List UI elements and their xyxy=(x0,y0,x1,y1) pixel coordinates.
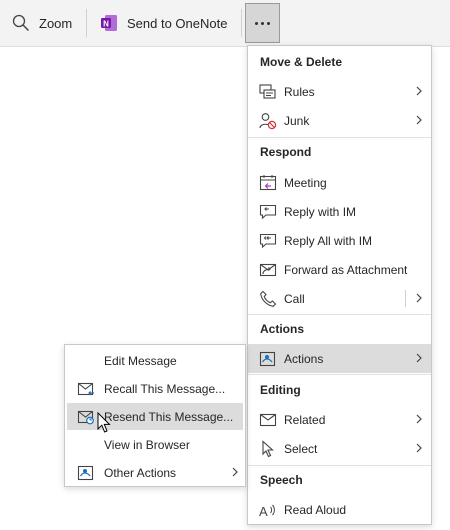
chevron-right-icon xyxy=(414,352,424,364)
menu-item-label: Recall This Message... xyxy=(104,382,226,396)
recall-mail-icon xyxy=(77,380,95,398)
submenu-item-recall-message[interactable]: Recall This Message... xyxy=(67,375,243,402)
section-header-speech: Speech xyxy=(260,473,303,487)
submenu-item-view-in-browser[interactable]: View in Browser xyxy=(67,431,243,458)
junk-icon xyxy=(259,112,277,130)
menu-item-label: Reply with IM xyxy=(284,205,357,219)
menu-item-reply-with-im[interactable]: Reply with IM xyxy=(248,197,431,226)
menu-item-label: Related xyxy=(284,413,326,427)
other-actions-icon xyxy=(77,464,95,482)
menu-item-label: Junk xyxy=(284,114,310,128)
menu-item-meeting[interactable]: Meeting xyxy=(248,168,431,197)
rules-icon xyxy=(259,83,277,101)
ellipsis-dot xyxy=(261,21,264,25)
svg-text:A: A xyxy=(259,504,268,519)
resend-mail-icon xyxy=(77,408,95,426)
menu-item-call[interactable]: Call xyxy=(248,284,431,313)
chevron-right-icon xyxy=(414,85,424,97)
menu-item-label: Resend This Message... xyxy=(104,410,234,424)
calendar-reply-icon xyxy=(259,174,277,192)
menu-item-label: Edit Message xyxy=(104,354,177,368)
related-mail-icon xyxy=(259,411,277,429)
toolbar-divider xyxy=(86,9,87,37)
submenu-item-other-actions[interactable]: Other Actions xyxy=(67,459,243,486)
onenote-icon: N xyxy=(100,14,118,32)
menu-item-label: Actions xyxy=(284,352,324,366)
forward-attachment-icon xyxy=(259,261,277,279)
ribbon-toolbar: Zoom N Send to OneNote xyxy=(0,0,450,47)
menu-divider xyxy=(248,374,431,375)
ellipsis-icon xyxy=(255,21,258,25)
menu-item-rules[interactable]: Rules xyxy=(248,77,431,106)
menu-item-label: Read Aloud xyxy=(284,503,347,517)
more-actions-menu: Move & Delete Rules Junk Respond Meeting… xyxy=(247,45,432,525)
ellipsis-dot xyxy=(267,21,270,25)
chevron-right-icon xyxy=(414,114,424,126)
chevron-right-icon xyxy=(414,442,424,454)
read-aloud-icon: A xyxy=(259,501,277,519)
submenu-item-edit-message[interactable]: Edit Message xyxy=(67,347,243,374)
section-header-editing: Editing xyxy=(260,383,301,397)
section-header-actions: Actions xyxy=(260,322,305,336)
mouse-cursor-icon xyxy=(97,411,111,434)
menu-item-label: Reply All with IM xyxy=(284,234,373,248)
submenu-item-resend-message[interactable]: Resend This Message... xyxy=(67,403,243,430)
onenote-label: Send to OneNote xyxy=(127,15,228,31)
menu-item-label: Select xyxy=(284,442,318,456)
pointer-select-icon xyxy=(259,440,277,458)
menu-item-label: Rules xyxy=(284,85,315,99)
section-header-move-delete: Move & Delete xyxy=(260,55,343,69)
menu-item-related[interactable]: Related xyxy=(248,405,431,434)
menu-item-label: View in Browser xyxy=(104,438,190,452)
menu-item-label: Meeting xyxy=(284,176,327,190)
magnifier-icon xyxy=(12,14,30,32)
toolbar-divider xyxy=(241,9,242,37)
actions-submenu: Edit Message Recall This Message... Rese… xyxy=(64,344,246,487)
menu-item-select[interactable]: Select xyxy=(248,434,431,463)
send-to-onenote-button[interactable]: N Send to OneNote xyxy=(100,6,227,40)
menu-item-forward-as-attachment[interactable]: Forward as Attachment xyxy=(248,255,431,284)
chat-reply-all-icon xyxy=(259,232,277,250)
menu-item-reply-all-with-im[interactable]: Reply All with IM xyxy=(248,226,431,255)
zoom-button[interactable]: Zoom xyxy=(12,6,72,40)
mail-actions-icon xyxy=(259,350,277,368)
menu-item-label: Other Actions xyxy=(104,466,177,480)
chevron-right-icon[interactable] xyxy=(414,292,424,304)
chevron-right-icon xyxy=(230,466,240,478)
chevron-right-icon xyxy=(414,413,424,425)
phone-icon xyxy=(259,290,277,308)
more-actions-button[interactable] xyxy=(245,3,280,43)
menu-item-label: Forward as Attachment xyxy=(284,263,408,277)
menu-item-read-aloud[interactable]: A Read Aloud xyxy=(248,495,431,524)
menu-item-actions[interactable]: Actions xyxy=(248,344,431,373)
section-header-respond: Respond xyxy=(260,145,312,159)
zoom-label: Zoom xyxy=(39,15,73,31)
chat-reply-icon xyxy=(259,203,277,221)
svg-text:N: N xyxy=(103,19,109,28)
menu-item-junk[interactable]: Junk xyxy=(248,106,431,135)
split-divider xyxy=(405,290,406,307)
menu-item-label: Call xyxy=(284,292,305,306)
